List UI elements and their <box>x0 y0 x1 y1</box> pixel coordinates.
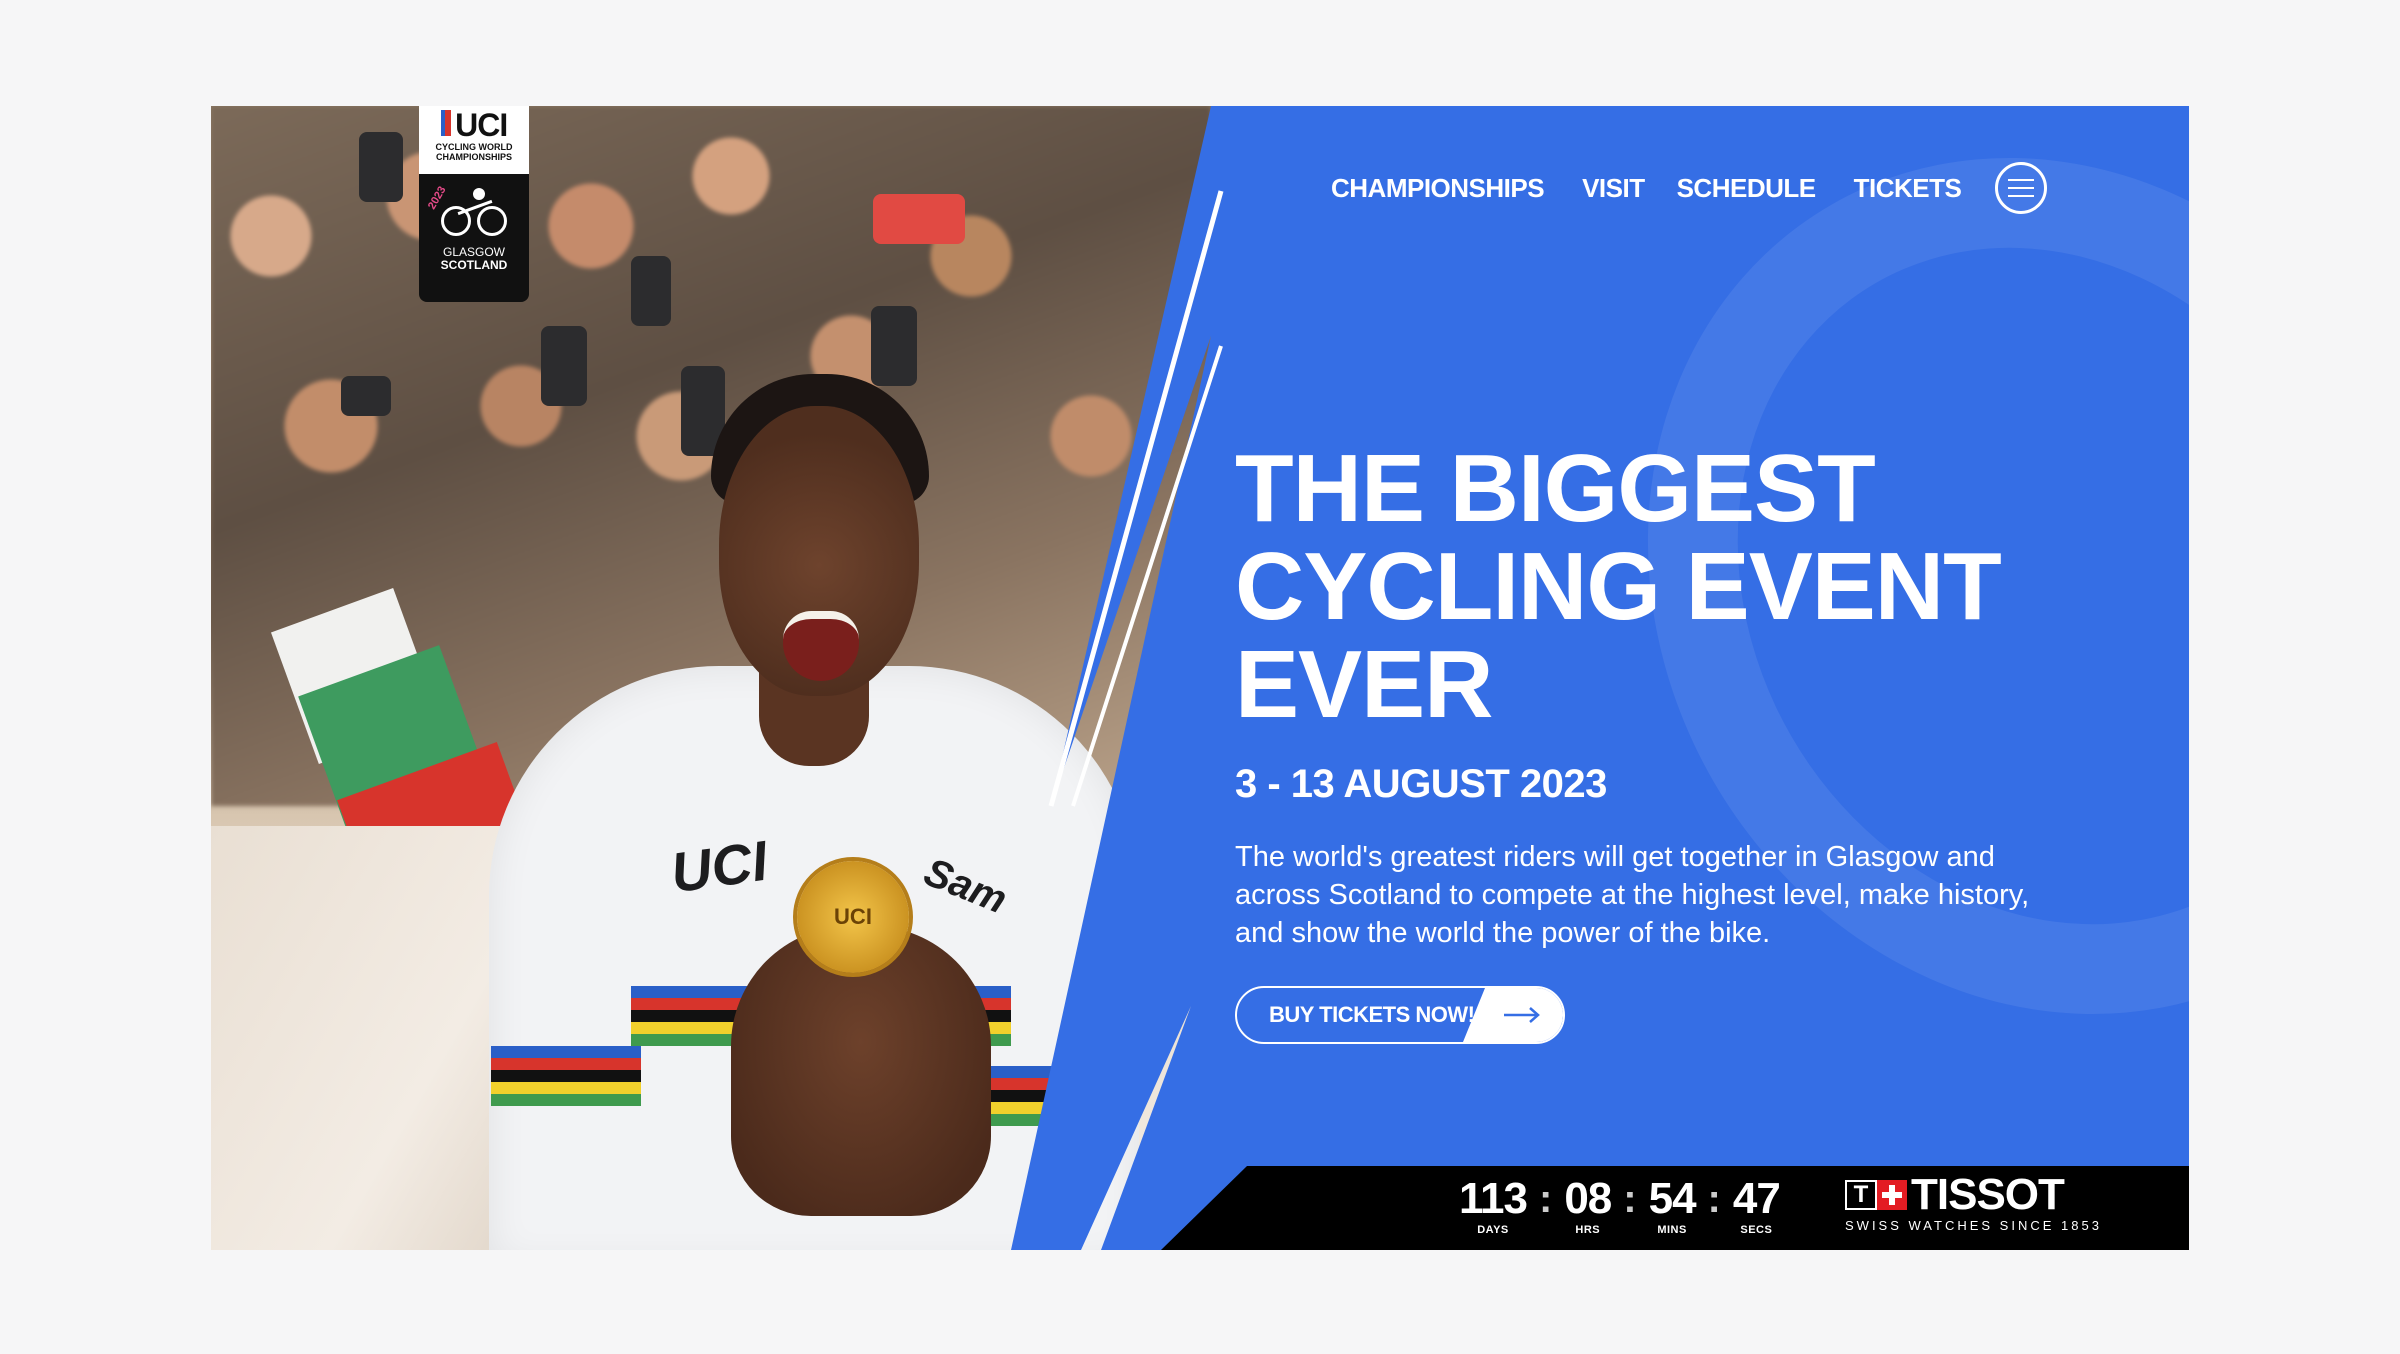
tissot-sponsor-logo[interactable]: T TISSOT SWISS WATCHES SINCE 1853 <box>1845 1170 2102 1233</box>
countdown-secs-label: SECS <box>1740 1224 1773 1236</box>
countdown-hours: 08 HRS <box>1564 1174 1612 1237</box>
countdown-separator: : <box>1538 1177 1553 1221</box>
tissot-tagline: SWISS WATCHES SINCE 1853 <box>1845 1218 2102 1233</box>
countdown-secs-value: 47 <box>1732 1174 1781 1223</box>
tissot-wordmark: TISSOT <box>1911 1170 2065 1219</box>
hero-frame: UCI UCI Sam UCI CYCLING WORLD CHAMPIONSH… <box>211 106 2189 1250</box>
countdown-days-value: 113 <box>1459 1174 1528 1223</box>
swiss-cross-icon <box>1877 1180 1907 1210</box>
nav-schedule[interactable]: SCHEDULE <box>1677 173 1817 204</box>
nav-tickets[interactable]: TICKETS <box>1854 173 1962 204</box>
countdown-hours-value: 08 <box>1564 1174 1612 1223</box>
hamburger-menu-icon[interactable] <box>1995 162 2048 214</box>
buy-tickets-button[interactable]: BUY TICKETS NOW! <box>1235 986 1565 1044</box>
countdown-mins-value: 54 <box>1648 1174 1697 1223</box>
countdown-hours-label: HRS <box>1575 1224 1601 1236</box>
hero-headline: THE BIGGEST CYCLING EVENT EVER <box>1235 435 2002 738</box>
countdown-secs: 47 SECS <box>1732 1174 1781 1237</box>
arrow-right-icon <box>1463 988 1563 1042</box>
countdown-mins: 54 MINS <box>1648 1174 1697 1237</box>
tissot-t-mark: T <box>1845 1180 1877 1210</box>
countdown-days-label: DAYS <box>1477 1224 1509 1236</box>
nav-visit[interactable]: VISIT <box>1582 173 1645 204</box>
nav-championships[interactable]: CHAMPIONSHIPS <box>1331 173 1545 204</box>
countdown-separator: : <box>1707 1177 1721 1221</box>
countdown-days: 113 DAYS <box>1459 1174 1528 1237</box>
countdown-timer: 113 DAYS : 08 HRS : 54 MINS : 47 SECS <box>1459 1174 1781 1237</box>
hero-description: The world's greatest riders will get tog… <box>1235 841 2030 949</box>
buy-tickets-label: BUY TICKETS NOW! <box>1269 1002 1475 1027</box>
countdown-separator: : <box>1623 1177 1637 1221</box>
countdown-mins-label: MINS <box>1657 1224 1687 1236</box>
main-nav: CHAMPIONSHIPS VISIT SCHEDULE TICKETS <box>1331 162 2048 214</box>
event-dates: 3 - 13 AUGUST 2023 <box>1235 762 1607 806</box>
